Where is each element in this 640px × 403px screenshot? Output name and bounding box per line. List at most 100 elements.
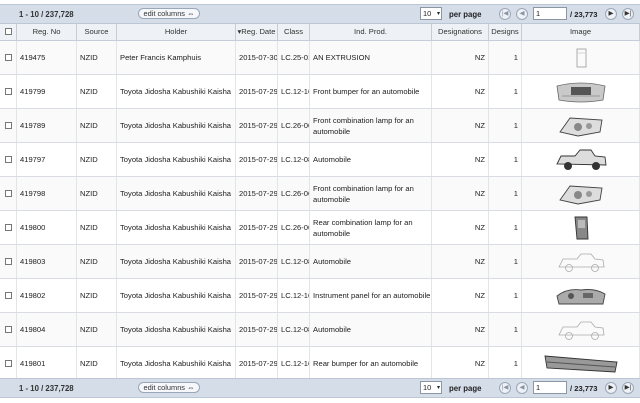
reg-no-cell[interactable]: 419804 <box>17 313 77 346</box>
table-row[interactable]: 419797 NZID Toyota Jidosha Kabushiki Kai… <box>0 143 640 177</box>
select-all-header[interactable] <box>0 24 17 40</box>
row-select-cell[interactable] <box>0 177 17 210</box>
row-checkbox[interactable] <box>4 88 12 95</box>
row-select-cell[interactable] <box>0 347 17 380</box>
row-select-cell[interactable] <box>0 143 17 176</box>
reg-no-cell[interactable]: 419798 <box>17 177 77 210</box>
page-number-input[interactable]: 1 <box>533 381 567 394</box>
design-thumbnail[interactable] <box>522 41 639 74</box>
edit-columns-label: edit columns <box>143 383 186 392</box>
design-thumbnail[interactable] <box>522 143 639 176</box>
row-checkbox[interactable] <box>4 190 12 197</box>
image-cell[interactable] <box>522 211 640 244</box>
table-row[interactable]: 419800 NZID Toyota Jidosha Kabushiki Kai… <box>0 211 640 245</box>
select-all-checkbox[interactable] <box>4 28 12 35</box>
design-thumbnail[interactable] <box>522 245 639 278</box>
col-reg-no[interactable]: Reg. No <box>17 24 77 40</box>
design-thumbnail[interactable] <box>522 211 639 244</box>
prev-page-icon[interactable]: ◀ <box>516 382 528 394</box>
design-thumbnail[interactable] <box>522 75 639 108</box>
design-thumbnail[interactable] <box>522 279 639 312</box>
reg-no-cell[interactable]: 419475 <box>17 41 77 74</box>
row-checkbox[interactable] <box>4 122 12 129</box>
reg-no-cell[interactable]: 419802 <box>17 279 77 312</box>
reg-date-cell: 2015-07-29 <box>236 109 278 142</box>
first-page-icon[interactable]: |◀ <box>499 382 511 394</box>
row-checkbox[interactable] <box>4 258 12 265</box>
class-cell: LC.12-16 <box>278 279 310 312</box>
table-row[interactable]: 419798 NZID Toyota Jidosha Kabushiki Kai… <box>0 177 640 211</box>
image-cell[interactable] <box>522 245 640 278</box>
reg-no-cell[interactable]: 419797 <box>17 143 77 176</box>
ind-prod-cell: Front bumper for an automobile <box>310 75 432 108</box>
per-page-select[interactable]: 10 ▾ <box>420 7 442 20</box>
page-number-input[interactable]: 1 <box>533 7 567 20</box>
table-row[interactable]: 419804 NZID Toyota Jidosha Kabushiki Kai… <box>0 313 640 347</box>
row-select-cell[interactable] <box>0 313 17 346</box>
designations-cell: NZ <box>432 245 489 278</box>
row-select-cell[interactable] <box>0 41 17 74</box>
col-holder[interactable]: Holder <box>117 24 236 40</box>
reg-no-cell[interactable]: 419799 <box>17 75 77 108</box>
table-row[interactable]: 419803 NZID Toyota Jidosha Kabushiki Kai… <box>0 245 640 279</box>
row-select-cell[interactable] <box>0 75 17 108</box>
col-source[interactable]: Source <box>77 24 117 40</box>
reg-no-cell[interactable]: 419800 <box>17 211 77 244</box>
image-cell[interactable] <box>522 75 640 108</box>
col-class-label: Class <box>284 27 303 36</box>
last-page-icon[interactable]: ▶| <box>622 382 634 394</box>
designations-cell: NZ <box>432 177 489 210</box>
results-grid: Reg. No Source Holder ▾Reg. Date Class I… <box>0 24 640 381</box>
design-thumbnail[interactable] <box>522 347 639 380</box>
table-row[interactable]: 419475 NZID Peter Francis Kamphuis 2015-… <box>0 41 640 75</box>
row-select-cell[interactable] <box>0 211 17 244</box>
image-cell[interactable] <box>522 41 640 74</box>
image-cell[interactable] <box>522 177 640 210</box>
table-row[interactable]: 419799 NZID Toyota Jidosha Kabushiki Kai… <box>0 75 640 109</box>
edit-columns-button[interactable]: edit columns ⇔ <box>138 8 200 19</box>
holder-cell: Peter Francis Kamphuis <box>117 41 236 74</box>
row-checkbox[interactable] <box>4 360 12 367</box>
col-reg-date[interactable]: ▾Reg. Date <box>236 24 278 40</box>
last-page-icon[interactable]: ▶| <box>622 8 634 20</box>
row-select-cell[interactable] <box>0 109 17 142</box>
first-page-icon[interactable]: |◀ <box>499 8 511 20</box>
image-cell[interactable] <box>522 279 640 312</box>
image-cell[interactable] <box>522 109 640 142</box>
dropdown-arrow-icon: ▾ <box>436 385 440 391</box>
row-select-cell[interactable] <box>0 245 17 278</box>
row-checkbox[interactable] <box>4 326 12 333</box>
reg-date-cell: 2015-07-29 <box>236 279 278 312</box>
image-cell[interactable] <box>522 313 640 346</box>
source-cell: NZID <box>77 109 117 142</box>
design-thumbnail[interactable] <box>522 109 639 142</box>
per-page-select[interactable]: 10 ▾ <box>420 381 442 394</box>
reg-no-cell[interactable]: 419789 <box>17 109 77 142</box>
prev-page-icon[interactable]: ◀ <box>516 8 528 20</box>
col-designations[interactable]: Designations <box>432 24 489 40</box>
image-cell[interactable] <box>522 347 640 380</box>
col-image[interactable]: Image <box>522 24 640 40</box>
row-checkbox[interactable] <box>4 224 12 231</box>
row-select-cell[interactable] <box>0 279 17 312</box>
table-row[interactable]: 419789 NZID Toyota Jidosha Kabushiki Kai… <box>0 109 640 143</box>
design-thumbnail[interactable] <box>522 177 639 210</box>
col-source-label: Source <box>84 27 109 36</box>
row-checkbox[interactable] <box>4 292 12 299</box>
row-checkbox[interactable] <box>4 156 12 163</box>
table-row[interactable]: 419801 NZID Toyota Jidosha Kabushiki Kai… <box>0 347 640 381</box>
design-thumbnail[interactable] <box>522 313 639 346</box>
col-ind-prod[interactable]: Ind. Prod. <box>310 24 432 40</box>
col-class[interactable]: Class <box>278 24 310 40</box>
table-row[interactable]: 419802 NZID Toyota Jidosha Kabushiki Kai… <box>0 279 640 313</box>
col-designs[interactable]: Designs <box>489 24 522 40</box>
reg-date-cell: 2015-07-29 <box>236 211 278 244</box>
edit-columns-button[interactable]: edit columns ⇔ <box>138 382 200 393</box>
next-page-icon[interactable]: ▶ <box>605 382 617 394</box>
next-page-icon[interactable]: ▶ <box>605 8 617 20</box>
row-checkbox[interactable] <box>4 54 12 61</box>
reg-no-cell[interactable]: 419801 <box>17 347 77 380</box>
reg-no-cell[interactable]: 419803 <box>17 245 77 278</box>
source-cell: NZID <box>77 143 117 176</box>
image-cell[interactable] <box>522 143 640 176</box>
